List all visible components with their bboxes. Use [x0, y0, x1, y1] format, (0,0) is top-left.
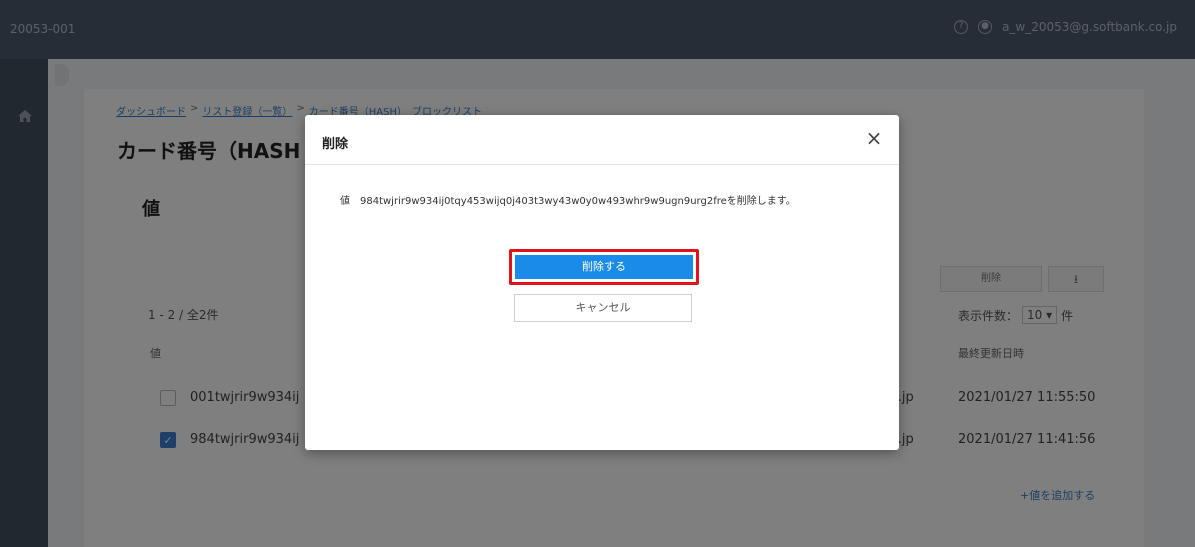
cancel-button[interactable]: キャンセル: [514, 294, 692, 322]
close-icon[interactable]: ×: [863, 127, 885, 149]
dialog-header: 削除 ×: [305, 115, 899, 165]
confirm-highlight: 削除する: [509, 249, 699, 285]
dialog-message-text: 984twjrir9w934ij0tqy453wijq0j403t3wy43w0…: [360, 196, 796, 207]
dialog-message: 値 984twjrir9w934ij0tqy453wijq0j403t3wy43…: [340, 192, 796, 207]
delete-dialog: 削除 × 値 984twjrir9w934ij0tqy453wijq0j403t…: [305, 115, 899, 450]
dialog-title: 削除: [322, 137, 349, 152]
confirm-delete-button[interactable]: 削除する: [515, 255, 693, 279]
dialog-message-label: 値: [340, 196, 350, 207]
